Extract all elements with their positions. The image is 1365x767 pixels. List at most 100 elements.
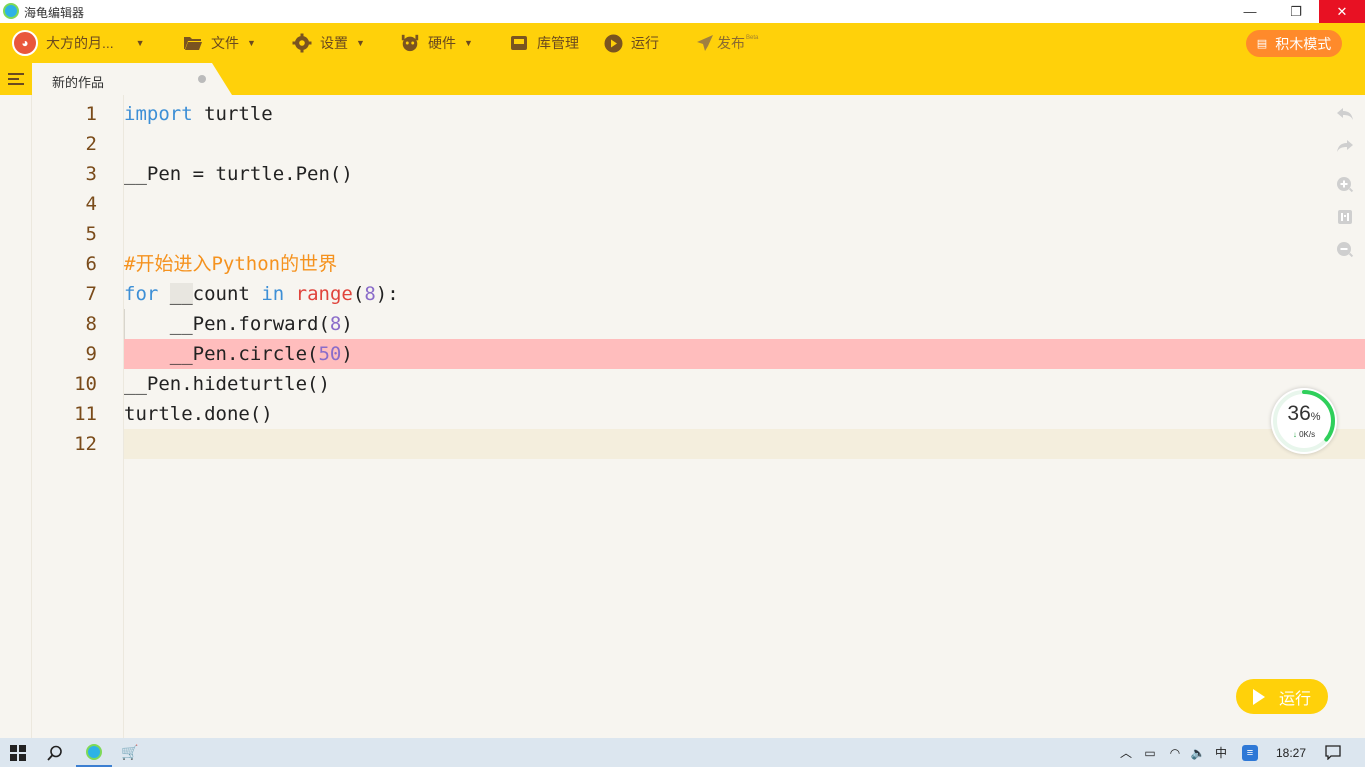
line-number: 11 [74,403,97,425]
user-name: 大方的月... [46,35,114,51]
code-line-8[interactable]: __Pen.forward(8) [124,309,1365,339]
arrow-down-icon: ↓ [1292,430,1297,439]
unsaved-dot-icon[interactable] [198,75,206,83]
inbox-icon [509,33,529,53]
search-button[interactable] [38,738,72,767]
cart-icon: 🛒 [121,744,139,760]
code-line-4[interactable] [124,189,1365,219]
notification-center-button[interactable] [1318,738,1348,767]
line-number: 3 [85,163,97,185]
file-menu-label: 文件 [211,35,239,51]
block-mode-button[interactable]: ▤ 积木模式 [1246,30,1342,57]
run-toolbar-button[interactable]: 运行 [603,23,659,63]
run-button-label: 运行 [1278,690,1311,708]
chevron-down-icon: ▼ [135,38,145,48]
redo-icon[interactable] [1334,135,1356,157]
tab-label: 新的作品 [52,75,105,90]
minimize-button[interactable]: — [1227,0,1273,23]
chevron-down-icon: ▼ [356,38,365,48]
publish-label: 发布 [717,35,745,51]
menu-icon [8,73,24,85]
side-menu-button[interactable] [0,63,32,95]
send-icon [695,33,715,53]
speed-percent: 36% [1287,402,1321,425]
windows-icon [10,744,26,761]
app-logo-icon [3,3,19,19]
folder-icon [183,33,203,53]
hardware-menu-label: 硬件 [428,35,456,51]
zoom-in-icon[interactable] [1334,174,1356,196]
settings-menu-label: 设置 [320,35,348,51]
file-menu[interactable]: 文件 ▼ [183,23,256,63]
hardware-menu[interactable]: 硬件 ▼ [400,23,473,63]
beta-badge: Beta [746,35,759,41]
blocks-icon: ▤ [1256,38,1268,50]
tab-new-work[interactable]: 新的作品 [32,63,232,95]
speed-rate: ↓ 0K/s [1292,430,1316,439]
code-editor[interactable]: import turtle __Pen = turtle.Pen() #开始进入… [124,95,1365,738]
title-bar: 海龟编辑器 — ❐ ✕ [0,0,1365,23]
code-line-7[interactable]: for __count in range(8): [124,279,1365,309]
user-menu[interactable]: ◕ 大方的月... ▼ [12,23,145,63]
taskbar-app-turtle-editor[interactable] [76,738,112,767]
robot-icon [400,33,420,53]
line-number: 2 [85,133,97,155]
line-number: 9 [85,343,97,365]
line-number: 4 [85,193,97,215]
window-title: 海龟编辑器 [24,6,85,20]
chat-bubble-icon [1325,745,1341,760]
play-circle-icon [603,33,623,53]
close-button[interactable]: ✕ [1319,0,1365,23]
library-manager-button[interactable]: 库管理 [509,23,579,63]
block-mode-label: 积木模式 [1275,35,1332,52]
code-line-9-error[interactable]: __Pen.circle(50) [124,339,1365,369]
chevron-up-icon: ︿ [1119,746,1132,760]
show-hidden-icons-button[interactable]: ︿ [1116,738,1136,767]
battery-icon[interactable]: ▭ [1140,738,1160,767]
run-toolbar-label: 运行 [631,35,659,51]
restore-button[interactable]: ❐ [1273,0,1319,23]
line-number: 10 [74,373,97,395]
line-numbers: 1 2 3 4 5 6 7 8 9 10 11 12 [32,95,124,738]
main-toolbar: ◕ 大方的月... ▼ 文件 ▼ 设置 ▼ 硬件 ▼ 库管理 运行 发布 Bet… [0,23,1365,63]
chevron-down-icon: ▼ [247,38,256,48]
line-number: 8 [85,313,97,335]
editor-gutter [0,95,32,738]
search-icon [47,745,62,761]
line-number: 1 [85,103,97,125]
chevron-down-icon: ▼ [464,38,473,48]
code-line-12-current[interactable] [124,429,1365,459]
code-line-2[interactable] [124,129,1365,159]
code-line-5[interactable] [124,219,1365,249]
volume-icon[interactable]: 🔈 [1187,738,1209,767]
play-icon [1252,688,1265,705]
wifi-icon[interactable]: ◠ [1164,738,1186,767]
library-manager-label: 库管理 [537,35,579,51]
settings-menu[interactable]: 设置 ▼ [292,23,365,63]
taskbar: 🛒 ︿ ▭ ◠ 🔈 中 ≡ 18:27 [0,738,1365,767]
ime-indicator[interactable]: 中 [1210,738,1232,767]
start-button[interactable] [0,738,36,767]
line-number: 12 [74,433,97,455]
line-number: 5 [85,223,97,245]
undo-icon[interactable] [1334,103,1356,125]
line-number: 6 [85,253,97,275]
tab-bar: 新的作品 [0,63,1365,95]
run-button[interactable]: 运行 [1236,679,1328,714]
avatar: ◕ [12,30,38,56]
clock[interactable]: 18:27 [1268,738,1314,767]
code-line-6[interactable]: #开始进入Python的世界 [124,249,1365,279]
code-line-1[interactable]: import turtle [124,99,1365,129]
gear-icon [292,33,312,53]
ime-app-icon[interactable]: ≡ [1238,738,1262,767]
publish-button[interactable]: 发布 Beta [695,23,758,63]
line-number: 7 [85,283,97,305]
turtle-editor-icon [86,743,102,760]
taskbar-app-store[interactable]: 🛒 [114,738,146,767]
code-line-11[interactable]: turtle.done() [124,399,1365,429]
code-line-10[interactable]: __Pen.hideturtle() [124,369,1365,399]
code-line-3[interactable]: __Pen = turtle.Pen() [124,159,1365,189]
reset-zoom-icon[interactable] [1334,206,1356,228]
zoom-out-icon[interactable] [1334,239,1356,261]
network-speed-widget[interactable]: 36% ↓ 0K/s [1271,388,1337,454]
